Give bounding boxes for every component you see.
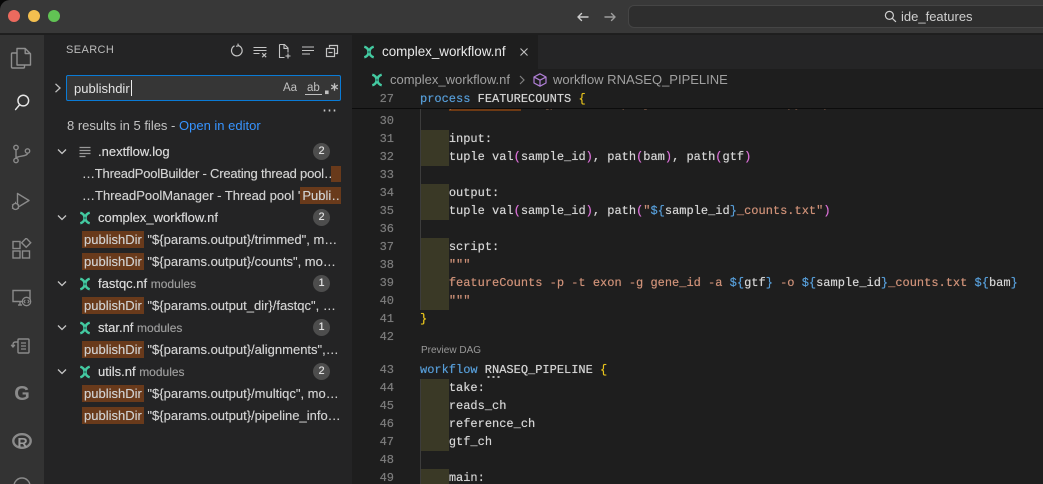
svg-text:R: R	[18, 435, 28, 451]
